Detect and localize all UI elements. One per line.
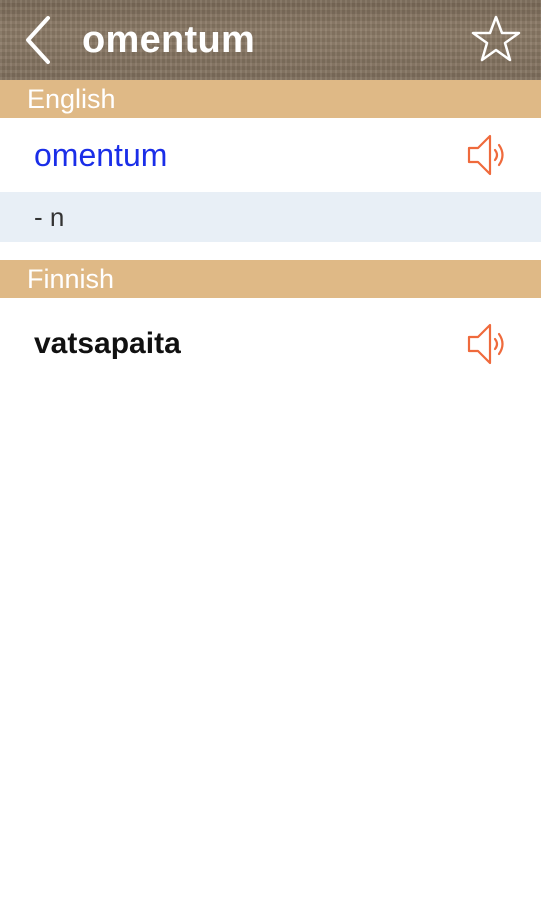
chevron-left-icon bbox=[26, 16, 50, 64]
section-header-label: Finnish bbox=[27, 264, 115, 294]
part-of-speech-row: - n bbox=[0, 192, 541, 242]
navigation-bar: omentum bbox=[0, 0, 541, 80]
pronounce-english-button[interactable] bbox=[465, 131, 513, 179]
translation-word: vatsapaita bbox=[34, 327, 181, 360]
part-of-speech: - n bbox=[34, 202, 65, 232]
section-header-english: English bbox=[0, 80, 541, 118]
back-button[interactable] bbox=[18, 12, 62, 68]
favorite-button[interactable] bbox=[471, 14, 521, 64]
translation-entry-row[interactable]: vatsapaita bbox=[0, 298, 541, 390]
star-outline-icon bbox=[471, 15, 521, 62]
section-header-label: English bbox=[27, 84, 116, 114]
speaker-icon bbox=[467, 134, 504, 176]
section-header-finnish: Finnish bbox=[0, 260, 541, 298]
source-word: omentum bbox=[34, 137, 168, 173]
source-entry-row[interactable]: omentum bbox=[0, 118, 541, 192]
speaker-icon bbox=[467, 323, 504, 365]
pronounce-finnish-button[interactable] bbox=[465, 320, 513, 368]
page-title: omentum bbox=[82, 19, 256, 61]
